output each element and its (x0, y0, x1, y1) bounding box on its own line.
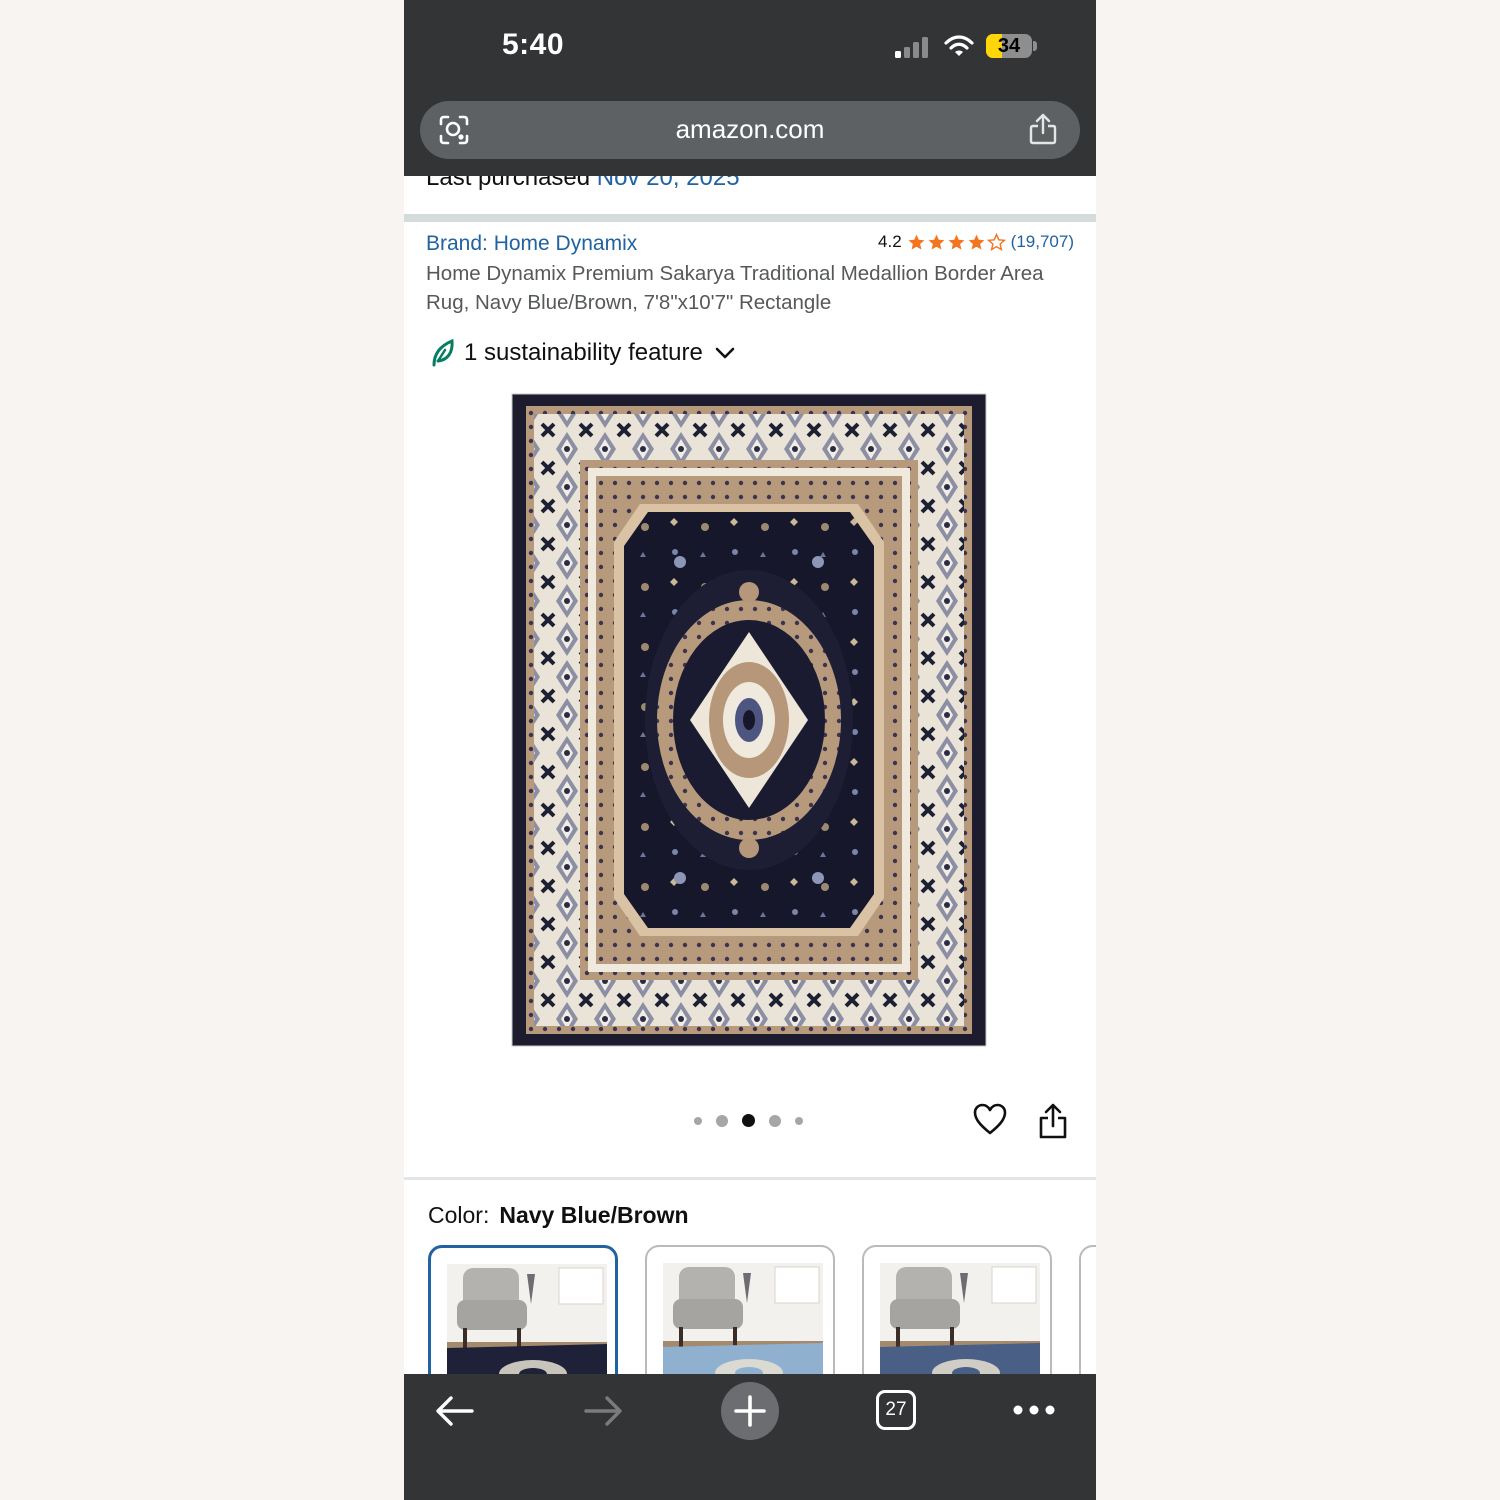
address-bar[interactable]: amazon.com (420, 101, 1080, 159)
new-tab-plus-icon[interactable] (720, 1381, 780, 1441)
carousel-dot[interactable] (795, 1116, 803, 1125)
section-divider (404, 1177, 1096, 1180)
carousel-dot-active[interactable] (742, 1114, 755, 1127)
star-full-icon (948, 234, 965, 250)
heart-icon[interactable] (972, 1102, 1008, 1136)
carousel-dot[interactable] (769, 1114, 781, 1127)
color-label: Color: (428, 1202, 490, 1228)
selected-color-value: Navy Blue/Brown (499, 1202, 689, 1228)
rating-value: 4.2 (878, 232, 902, 251)
color-swatch-option[interactable] (862, 1245, 1052, 1395)
leaf-icon (432, 338, 454, 367)
battery-cap (1033, 41, 1037, 51)
wifi-icon (944, 35, 974, 56)
product-title: Home Dynamix Premium Sakarya Traditional… (426, 262, 1044, 314)
brand-link[interactable]: Brand: Home Dynamix (426, 232, 637, 256)
carousel-dot[interactable] (716, 1114, 728, 1127)
url-text: amazon.com (675, 114, 825, 144)
cellular-signal-icon (895, 37, 928, 58)
section-divider (404, 214, 1096, 222)
share-icon[interactable] (1028, 112, 1058, 146)
product-image[interactable] (510, 392, 988, 1048)
battery-level: 34 (997, 35, 1021, 57)
sustainability-toggle[interactable]: 1 sustainability feature (430, 338, 735, 368)
rating-count-link[interactable]: (19,707) (1011, 232, 1074, 252)
chevron-down-icon (715, 347, 735, 359)
color-swatch-option[interactable] (1079, 1245, 1096, 1395)
star-empty-icon (986, 232, 1006, 251)
carousel-dot[interactable] (694, 1116, 702, 1125)
browser-top-bar: 5:40 34 amazon.com (404, 0, 1096, 176)
share-icon[interactable] (1038, 1102, 1068, 1140)
color-selection: Color: Navy Blue/Brown (428, 1202, 689, 1229)
color-swatch-option[interactable] (428, 1245, 618, 1395)
color-swatch-option[interactable] (645, 1245, 835, 1395)
star-full-icon (908, 234, 925, 250)
star-full-icon (968, 234, 985, 250)
forward-arrow-icon[interactable] (582, 1394, 624, 1428)
phone-screen: Last purchased Nov 20, 2025 Brand: Home … (404, 0, 1096, 1500)
image-carousel-indicator[interactable] (694, 1114, 803, 1127)
tab-count-button[interactable]: 27 (876, 1390, 916, 1430)
sustainability-label: 1 sustainability feature (464, 339, 703, 366)
browser-bottom-toolbar: 27 (404, 1374, 1096, 1500)
back-arrow-icon[interactable] (434, 1394, 476, 1428)
rating-summary[interactable]: 4.2 (19,707) (878, 232, 1074, 252)
star-full-icon (928, 234, 945, 250)
rating-stars (907, 232, 1006, 252)
more-options-icon[interactable] (1012, 1404, 1056, 1416)
status-time: 5:40 (502, 28, 565, 61)
battery-icon: 34 (986, 34, 1032, 58)
